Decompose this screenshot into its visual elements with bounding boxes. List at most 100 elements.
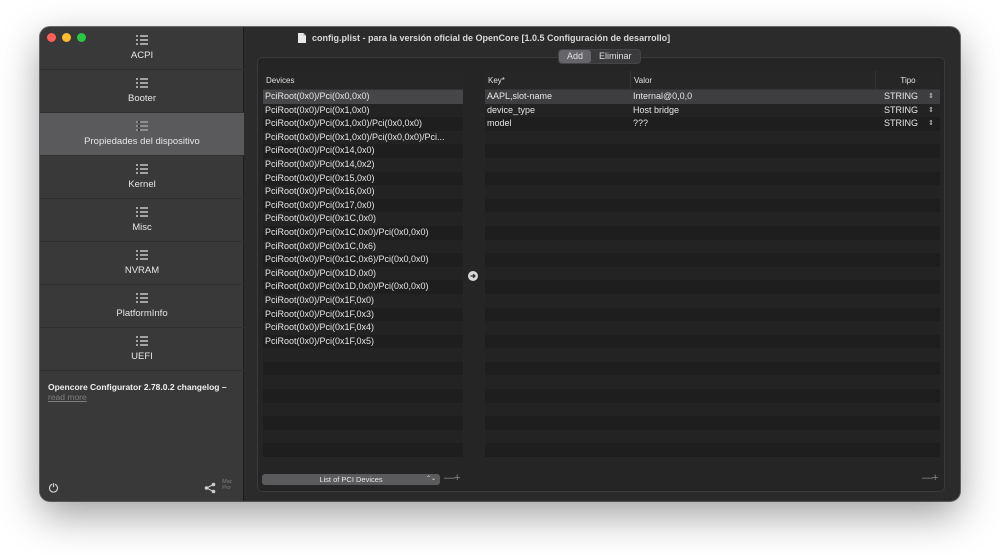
table-row[interactable]: PciRoot(0x0)/Pci(0x16,0x0) — [263, 185, 463, 199]
sidebar-item-kernel[interactable]: Kernel — [40, 156, 244, 199]
sidebar-item-booter[interactable]: Booter — [40, 70, 244, 113]
column-header-value[interactable]: Valor — [631, 71, 876, 89]
list-icon — [136, 78, 148, 88]
property-value[interactable]: Host bridge — [631, 104, 876, 118]
properties-header: Key* Valor Tipo — [485, 71, 940, 90]
table-row[interactable]: PciRoot(0x0)/Pci(0x1C,0x6) — [263, 239, 463, 254]
app-window: ACPI Booter Propiedades del dispositivo Ker… — [40, 27, 960, 501]
sidebar-item-misc[interactable]: Misc — [40, 199, 244, 242]
devices-table: Devices PciRoot(0x0)/Pci(0x0,0x0) PciRoot… — [263, 71, 463, 457]
table-row[interactable]: device_type Host bridge STRING ⇕ — [485, 103, 940, 118]
empty-row — [485, 226, 940, 240]
sidebar-item-label: Propiedades del dispositivo — [84, 136, 200, 147]
chevron-updown-icon: ⇕ — [928, 120, 934, 128]
table-row[interactable]: PciRoot(0x0)/Pci(0x1C,0x0)/Pci(0x0,0x0) — [263, 226, 463, 240]
table-row[interactable]: PciRoot(0x0)/Pci(0x1C,0x0) — [263, 212, 463, 226]
property-type-label: STRING — [884, 91, 919, 101]
empty-row — [485, 416, 940, 430]
property-key[interactable]: AAPL,slot-name — [485, 90, 631, 104]
brand-line-2: Pro — [222, 485, 231, 491]
brand-logo: Mac Pro — [222, 479, 232, 491]
add-delete-segmented-control: Add Eliminar — [558, 49, 641, 64]
property-type-select[interactable]: STRING ⇕ — [876, 117, 940, 131]
table-row[interactable]: PciRoot(0x0)/Pci(0x15,0x0) — [263, 172, 463, 186]
empty-row — [485, 239, 940, 254]
empty-row — [263, 429, 463, 444]
empty-row — [485, 443, 940, 457]
property-type-label: STRING — [884, 104, 919, 115]
table-row[interactable]: PciRoot(0x0)/Pci(0x1D,0x0) — [263, 266, 463, 281]
pci-devices-popup[interactable]: List of PCI Devices ⌃⌄ — [262, 474, 440, 485]
devices-column-header[interactable]: Devices — [263, 71, 463, 90]
table-row[interactable]: PciRoot(0x0)/Pci(0x1C,0x6)/Pci(0x0,0x0) — [263, 253, 463, 267]
empty-row — [485, 280, 940, 294]
empty-row — [263, 362, 463, 376]
property-type-label: STRING — [884, 118, 919, 129]
empty-row — [485, 375, 940, 390]
table-row[interactable]: PciRoot(0x0)/Pci(0x14,0x2) — [263, 157, 463, 172]
sidebar-item-label: Kernel — [128, 179, 156, 190]
empty-row — [263, 416, 463, 430]
empty-row — [485, 266, 940, 281]
document-icon — [298, 33, 306, 43]
power-icon[interactable] — [48, 482, 59, 493]
table-row[interactable]: PciRoot(0x0)/Pci(0x1F,0x0) — [263, 293, 463, 308]
devices-add-button[interactable]: + — [454, 472, 460, 484]
property-key[interactable]: model — [485, 117, 631, 131]
list-icon — [136, 293, 148, 303]
share-icon[interactable] — [204, 482, 216, 494]
sidebar-item-nvram[interactable]: NVRAM — [40, 242, 244, 285]
empty-row — [485, 348, 940, 362]
table-row[interactable]: PciRoot(0x0)/Pci(0x14,0x0) — [263, 144, 463, 158]
properties-rows: AAPL,slot-name Internal@0,0,0 STRING ⇕ devic… — [485, 90, 940, 457]
table-row[interactable]: PciRoot(0x0)/Pci(0x1F,0x4) — [263, 321, 463, 335]
sidebar-item-label: NVRAM — [124, 265, 160, 276]
table-row[interactable]: PciRoot(0x0)/Pci(0x1,0x0)/Pci(0x0,0x0) — [263, 117, 463, 131]
pci-devices-popup-label: List of PCI Devices — [319, 475, 383, 484]
changelog-read-more-link[interactable]: read more — [48, 392, 240, 402]
tab-add[interactable]: Add — [559, 50, 592, 63]
list-icon — [136, 336, 148, 346]
list-icon — [136, 207, 148, 217]
arrow-right-icon[interactable] — [468, 271, 478, 281]
empty-row — [263, 443, 463, 457]
chevron-updown-icon: ⇕ — [928, 93, 934, 100]
empty-row — [485, 293, 940, 308]
column-header-type[interactable]: Tipo — [876, 71, 940, 89]
empty-row — [485, 130, 940, 145]
property-type-select[interactable]: STRING ⇕ — [876, 90, 940, 104]
table-row[interactable]: PciRoot(0x0)/Pci(0x1F,0x5) — [263, 335, 463, 349]
property-value[interactable]: Internal@0,0,0 — [631, 90, 876, 104]
table-row[interactable]: AAPL,slot-name Internal@0,0,0 STRING ⇕ — [485, 90, 940, 104]
empty-row — [485, 199, 940, 213]
sidebar-item-platforminfo[interactable]: PlatformInfo — [40, 285, 244, 328]
sidebar-item-label: ACPI — [130, 50, 154, 61]
chevron-updown-icon: ⇕ — [928, 106, 934, 114]
table-row[interactable]: model??? STRING ⇕ — [485, 117, 940, 131]
table-row[interactable]: PciRoot(0x0)/Pci(0x1,0x0)/Pci(0x0,0x0)/P… — [263, 130, 463, 145]
property-type-select[interactable]: STRING ⇕ — [876, 104, 940, 118]
empty-row — [485, 172, 940, 186]
property-value[interactable]: ??? — [631, 117, 876, 131]
list-icon — [136, 35, 148, 45]
table-row[interactable]: PciRoot(0x0)/Pci(0x17,0x0) — [263, 199, 463, 213]
window-title: config.plist - para la versión oficial d… — [298, 31, 670, 45]
table-row[interactable]: PciRoot(0x0)/Pci(0x0,0x0) — [263, 90, 463, 104]
empty-row — [485, 212, 940, 226]
table-row[interactable]: PciRoot(0x0)/Pci(0x1,0x0) — [263, 103, 463, 118]
column-header-key[interactable]: Key* — [485, 71, 631, 89]
empty-row — [263, 402, 463, 417]
empty-row — [485, 429, 940, 444]
sidebar-item-label: UEFI — [131, 351, 153, 362]
table-row[interactable]: PciRoot(0x0)/Pci(0x1F,0x3) — [263, 308, 463, 322]
properties-add-button[interactable]: + — [932, 472, 938, 484]
table-row[interactable]: PciRoot(0x0)/Pci(0x1D,0x0)/Pci(0x0,0x0) — [263, 280, 463, 294]
sidebar-item-uefi[interactable]: UEFI — [40, 328, 244, 371]
empty-row — [485, 157, 940, 172]
sidebar-item-propiedades-del-dispositivo[interactable]: Propiedades del dispositivo — [40, 113, 244, 156]
sidebar-item-label: PlatformInfo — [116, 308, 168, 319]
list-icon — [136, 164, 148, 174]
tab-delete[interactable]: Eliminar — [591, 50, 640, 63]
sidebar-item-acpi[interactable]: ACPI — [40, 27, 244, 70]
property-key[interactable]: device_type — [485, 104, 631, 118]
